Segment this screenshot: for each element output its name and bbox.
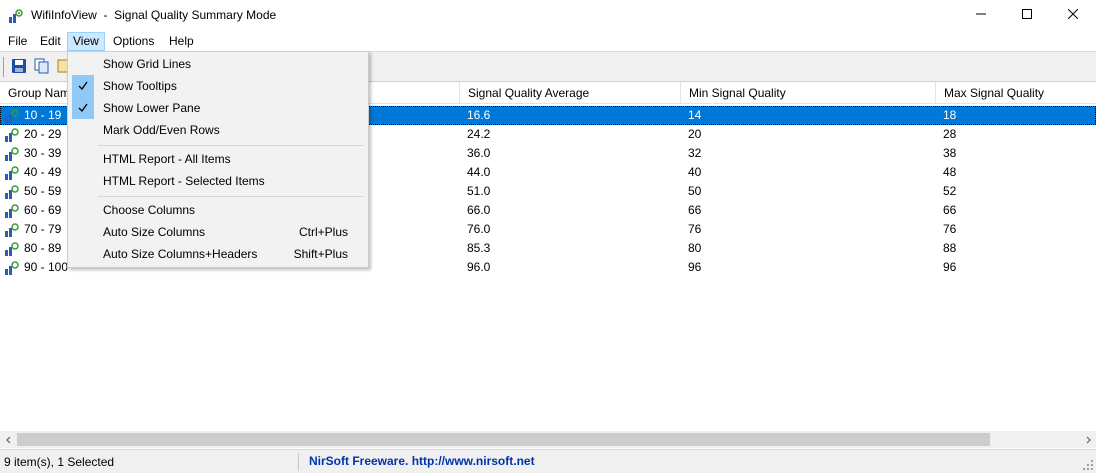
- cell-min: 50: [688, 184, 702, 198]
- cell-min: 76: [688, 222, 702, 236]
- wifi-app-icon: [8, 8, 24, 24]
- menu-separator: [98, 145, 364, 146]
- menu-item-label: HTML Report - All Items: [103, 152, 231, 166]
- maximize-icon: [1022, 8, 1032, 22]
- horizontal-scrollbar[interactable]: [0, 431, 1096, 448]
- menu-auto-size-columns[interactable]: Auto Size Columns Ctrl+Plus: [70, 221, 366, 243]
- menu-html-report-selected-items[interactable]: HTML Report - Selected Items: [70, 170, 366, 192]
- status-item-count: 9 item(s), 1 Selected: [4, 455, 115, 469]
- cell-group: 80 - 89: [24, 241, 62, 255]
- chevron-right-icon: [1084, 433, 1092, 447]
- cell-min: 40: [688, 165, 702, 179]
- cell-min: 96: [688, 260, 702, 274]
- maximize-button[interactable]: [1004, 0, 1050, 30]
- cell-avg: 76.0: [467, 222, 491, 236]
- cell-max: 88: [943, 241, 957, 255]
- menu-item-shortcut: Ctrl+Plus: [298, 225, 348, 239]
- cell-min: 32: [688, 146, 702, 160]
- minimize-button[interactable]: [958, 0, 1004, 30]
- cell-group: 60 - 69: [24, 203, 62, 217]
- save-button[interactable]: [10, 57, 28, 75]
- cell-group: 40 - 49: [24, 165, 62, 179]
- cell-max: 66: [943, 203, 957, 217]
- menu-item-label: Show Grid Lines: [103, 57, 192, 71]
- close-button[interactable]: [1050, 0, 1096, 30]
- copy-button[interactable]: [33, 57, 51, 75]
- status-bar: 9 item(s), 1 Selected NirSoft Freeware. …: [0, 449, 1096, 473]
- status-separator: [298, 453, 299, 471]
- cell-avg: 44.0: [467, 165, 491, 179]
- menu-auto-size-columns-headers[interactable]: Auto Size Columns+Headers Shift+Plus: [70, 243, 366, 265]
- checkmark-icon: [72, 75, 94, 97]
- column-header-group-name[interactable]: Group Name: [0, 82, 73, 104]
- menu-help[interactable]: Help: [164, 32, 199, 51]
- view-menu-dropdown: Show Grid Lines Show Tooltips Show Lower…: [67, 51, 369, 268]
- cell-avg: 36.0: [467, 146, 491, 160]
- menu-file[interactable]: File: [3, 32, 32, 51]
- toolbar-grip: [3, 57, 5, 77]
- chevron-left-icon: [5, 433, 13, 447]
- cell-avg: 85.3: [467, 241, 491, 255]
- resize-grip-icon[interactable]: [1082, 459, 1094, 471]
- menu-show-tooltips[interactable]: Show Tooltips: [70, 75, 366, 97]
- window-title: WifiInfoView - Signal Quality Summary Mo…: [31, 8, 277, 22]
- column-header-signal-quality-average[interactable]: Signal Quality Average: [460, 82, 681, 104]
- menu-options[interactable]: Options: [108, 32, 159, 51]
- column-header-max-signal-quality[interactable]: Max Signal Quality: [936, 82, 1096, 104]
- cell-avg: 51.0: [467, 184, 491, 198]
- cell-group: 70 - 79: [24, 222, 62, 236]
- minimize-icon: [976, 8, 986, 22]
- cell-group: 90 - 100: [24, 260, 69, 274]
- menu-item-label: Mark Odd/Even Rows: [103, 123, 220, 137]
- scroll-left-button[interactable]: [0, 431, 17, 448]
- menu-item-label: Show Lower Pane: [103, 101, 201, 115]
- scroll-thumb[interactable]: [17, 433, 990, 446]
- cell-max: 48: [943, 165, 957, 179]
- cell-min: 66: [688, 203, 702, 217]
- column-header-min-signal-quality[interactable]: Min Signal Quality: [681, 82, 936, 104]
- cell-group: 20 - 29: [24, 127, 62, 141]
- menu-choose-columns[interactable]: Choose Columns: [70, 199, 366, 221]
- menu-item-label: Show Tooltips: [103, 79, 177, 93]
- menu-item-shortcut: Shift+Plus: [293, 247, 348, 261]
- menu-view[interactable]: View: [67, 32, 105, 51]
- menu-item-label: Auto Size Columns: [103, 225, 206, 239]
- menu-bar: File Edit View Options Help: [0, 30, 1096, 51]
- scroll-right-button[interactable]: [1079, 431, 1096, 448]
- cell-min: 14: [688, 108, 702, 122]
- cell-avg: 16.6: [467, 108, 491, 122]
- menu-item-label: HTML Report - Selected Items: [103, 174, 265, 188]
- save-icon: [10, 59, 28, 78]
- menu-item-label: Choose Columns: [103, 203, 196, 217]
- cell-max: 96: [943, 260, 957, 274]
- menu-show-lower-pane[interactable]: Show Lower Pane: [70, 97, 366, 119]
- nirsoft-link[interactable]: NirSoft Freeware. http://www.nirsoft.net: [309, 454, 535, 468]
- cell-avg: 66.0: [467, 203, 491, 217]
- cell-max: 28: [943, 127, 957, 141]
- cell-avg: 24.2: [467, 127, 491, 141]
- title-bar[interactable]: WifiInfoView - Signal Quality Summary Mo…: [0, 0, 1096, 30]
- cell-max: 76: [943, 222, 957, 236]
- cell-min: 80: [688, 241, 702, 255]
- menu-html-report-all-items[interactable]: HTML Report - All Items: [70, 148, 366, 170]
- menu-item-label: Auto Size Columns+Headers: [103, 247, 258, 261]
- cell-group: 50 - 59: [24, 184, 62, 198]
- menu-mark-odd-even-rows[interactable]: Mark Odd/Even Rows: [70, 119, 366, 141]
- copy-icon: [33, 58, 51, 78]
- cell-max: 18: [943, 108, 957, 122]
- cell-group: 10 - 19: [24, 108, 62, 122]
- cell-avg: 96.0: [467, 260, 491, 274]
- menu-edit[interactable]: Edit: [35, 32, 66, 51]
- cell-group: 30 - 39: [24, 146, 62, 160]
- checkmark-icon: [72, 97, 94, 119]
- menu-separator: [98, 196, 364, 197]
- menu-show-grid-lines[interactable]: Show Grid Lines: [70, 53, 366, 75]
- close-icon: [1067, 8, 1079, 22]
- cell-max: 52: [943, 184, 957, 198]
- cell-max: 38: [943, 146, 957, 160]
- cell-min: 20: [688, 127, 702, 141]
